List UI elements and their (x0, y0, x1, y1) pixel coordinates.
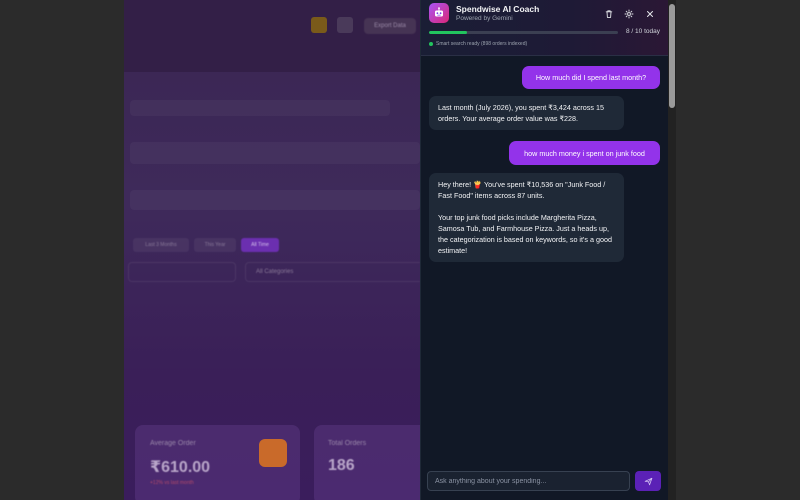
scrollbar-thumb[interactable] (669, 4, 675, 108)
background-tab: Last 3 Months (133, 238, 189, 252)
background-section (130, 190, 420, 210)
bot-message-text: Hey there! 🍟 You've spent ₹10,536 on "Ju… (438, 180, 606, 200)
background-card-icon (259, 439, 287, 467)
background-sun-icon (311, 17, 327, 33)
user-message: how much money i spent on junk food (509, 141, 660, 165)
background-app: Export Data Last 3 Months This Year All … (0, 0, 800, 500)
chat-subtitle: Powered by Gemini (456, 15, 513, 22)
chat-input-area (421, 462, 669, 500)
bot-message: Hey there! 🍟 You've spent ₹10,536 on "Ju… (429, 173, 624, 262)
chat-header: Spendwise AI Coach Powered by Gemini 8 /… (421, 0, 669, 56)
send-icon (644, 477, 652, 485)
settings-button[interactable] (622, 7, 635, 20)
user-message: How much did I spend last month? (522, 66, 660, 89)
background-tab-active: All Time (241, 238, 279, 252)
background-card-label: Total Orders (328, 440, 367, 447)
background-card-value: 186 (328, 457, 355, 474)
page-scrollbar[interactable] (668, 0, 676, 500)
usage-progress-bar (429, 31, 618, 34)
chat-panel: Spendwise AI Coach Powered by Gemini 8 /… (420, 0, 669, 500)
background-export-button: Export Data (364, 18, 416, 34)
background-card-value: ₹610.00 (150, 459, 211, 476)
chat-input[interactable] (427, 471, 630, 491)
chat-title: Spendwise AI Coach (456, 4, 540, 14)
bot-message: Last month (July 2026), you spent ₹3,424… (429, 96, 624, 130)
background-grid-icon (337, 17, 353, 33)
close-button[interactable] (643, 7, 656, 20)
background-dropdown (128, 262, 236, 282)
background-filter: All Categories (245, 262, 420, 282)
bot-message-text: Your top junk food picks include Margher… (438, 213, 612, 255)
close-icon (646, 10, 653, 17)
send-button[interactable] (635, 471, 661, 491)
usage-count: 8 / 10 today (626, 28, 660, 35)
bot-message-text: Last month (July 2026), you spent ₹3,424… (438, 103, 604, 123)
usage-progress-fill (429, 31, 467, 34)
trash-icon (605, 9, 612, 18)
background-topbar (124, 0, 420, 72)
background-right-margin (670, 0, 800, 500)
status-dot-icon (429, 42, 433, 46)
delete-chat-button[interactable] (602, 7, 615, 20)
background-left-margin (0, 0, 124, 500)
background-section (130, 142, 420, 164)
robot-icon (429, 3, 449, 23)
background-card-label: Average Order (150, 440, 196, 447)
background-section (130, 100, 390, 116)
background-card-sub: +12% vs last month (150, 480, 194, 486)
index-status-text: Smart search ready (898 orders indexed) (436, 41, 528, 47)
gear-icon (624, 9, 633, 18)
index-status: Smart search ready (898 orders indexed) (429, 41, 527, 47)
background-tab: This Year (194, 238, 236, 252)
